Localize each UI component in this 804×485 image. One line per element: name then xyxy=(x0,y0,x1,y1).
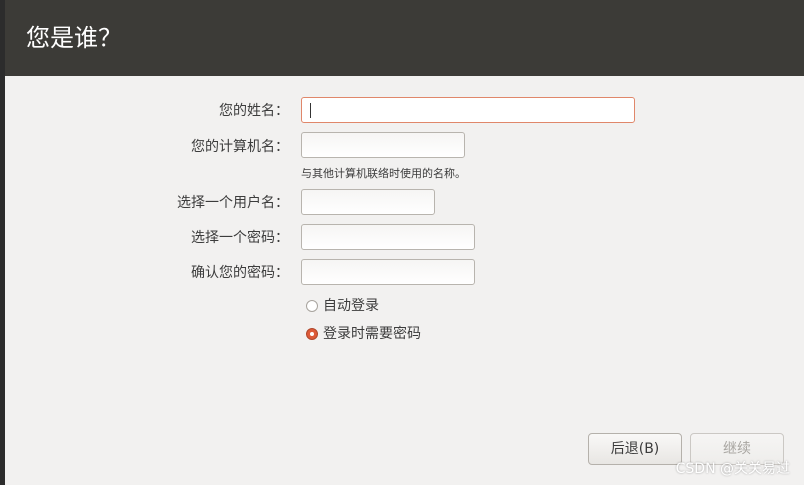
confirm-password-label: 确认您的密码： xyxy=(191,265,289,281)
require-password-label[interactable]: 登录时需要密码 xyxy=(323,324,421,344)
username-input[interactable] xyxy=(301,189,435,215)
confirm-password-input[interactable] xyxy=(301,259,475,285)
password-label: 选择一个密码： xyxy=(191,230,289,246)
full-name-input[interactable] xyxy=(301,97,635,123)
left-edge-strip xyxy=(0,0,5,485)
full-name-label: 您的姓名： xyxy=(219,103,289,119)
username-label: 选择一个用户名： xyxy=(177,195,289,211)
computer-name-hint: 与其他计算机联络时使用的名称。 xyxy=(301,167,466,180)
computer-name-input[interactable] xyxy=(301,132,465,158)
computer-name-label: 您的计算机名： xyxy=(191,139,289,155)
auto-login-label[interactable]: 自动登录 xyxy=(323,296,379,316)
title-bar: 您是谁？ xyxy=(0,0,804,76)
back-button[interactable]: 后退(B) xyxy=(588,433,682,465)
password-input[interactable] xyxy=(301,224,475,250)
require-password-radio[interactable] xyxy=(306,328,318,340)
text-cursor xyxy=(310,103,311,118)
auto-login-radio[interactable] xyxy=(306,300,318,312)
page-title: 您是谁？ xyxy=(26,24,122,52)
watermark: CSDN @关关易过 xyxy=(675,461,790,477)
